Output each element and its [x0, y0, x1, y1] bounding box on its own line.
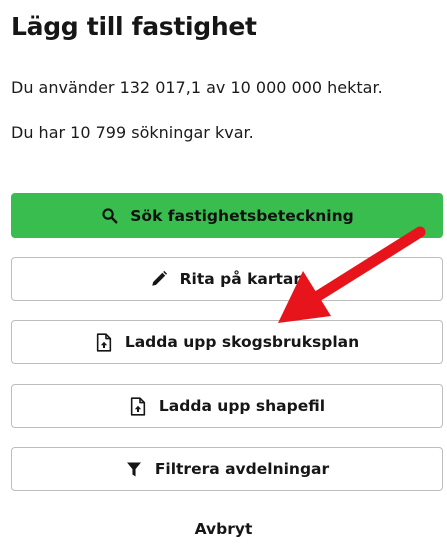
search-icon [100, 207, 118, 225]
remaining-searches-text: Du har 10 799 sökningar kvar. [11, 123, 254, 142]
upload-shapefile-button[interactable]: Ladda upp shapefil [11, 384, 443, 428]
upload-shapefile-label: Ladda upp shapefil [158, 397, 326, 415]
draw-on-map-button[interactable]: Rita på kartan [11, 257, 443, 301]
search-property-button[interactable]: Sök fastighetsbeteckning [11, 193, 443, 238]
file-upload-icon [95, 332, 113, 352]
hectare-usage-text: Du använder 132 017,1 av 10 000 000 hekt… [11, 78, 383, 97]
filter-compartments-label: Filtrera avdelningar [154, 460, 330, 478]
page-title: Lägg till fastighet [11, 12, 257, 41]
file-upload-icon [129, 396, 147, 416]
filter-icon [125, 460, 143, 478]
upload-forest-plan-label: Ladda upp skogsbruksplan [124, 333, 360, 351]
upload-forest-plan-button[interactable]: Ladda upp skogsbruksplan [11, 320, 443, 364]
pencil-icon [150, 270, 168, 288]
filter-compartments-button[interactable]: Filtrera avdelningar [11, 447, 443, 491]
search-property-label: Sök fastighetsbeteckning [130, 206, 354, 225]
cancel-button[interactable]: Avbryt [0, 520, 447, 538]
draw-on-map-label: Rita på kartan [179, 270, 305, 288]
